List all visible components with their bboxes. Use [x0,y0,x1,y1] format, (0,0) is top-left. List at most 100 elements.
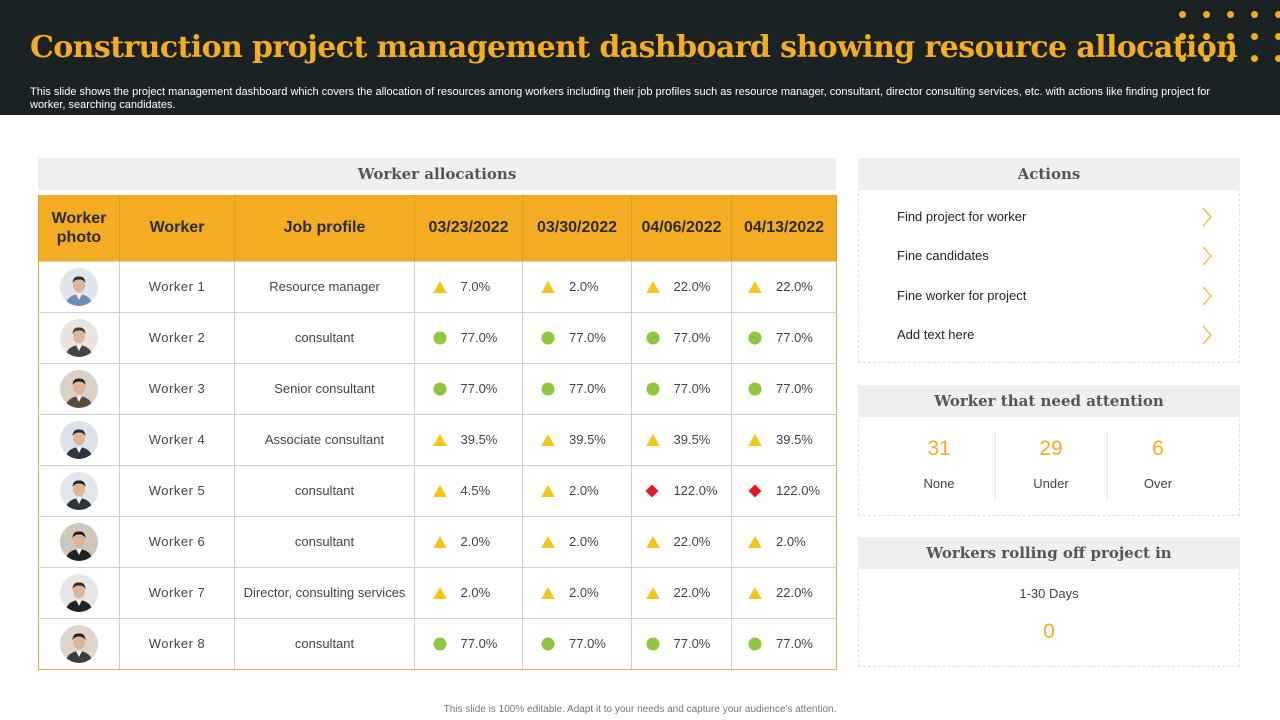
allocation-value: 77.0% [673,330,711,345]
chevron-right-icon[interactable] [1201,245,1213,267]
decorative-dot [1251,33,1258,40]
page-title: Construction project management dashboar… [30,30,1238,65]
allocation-value: 2.0% [569,585,599,600]
allocation-cell: 2.0% [522,515,632,568]
attention-value: 29 [1039,437,1063,460]
chevron-right-icon[interactable] [1201,324,1213,346]
job-profile-cell: consultant [234,515,415,568]
allocation-cell: 77.0% [631,362,732,415]
allocation-value: 77.0% [776,636,813,651]
table-row: Worker 5 consultant 4.5% 2.0% 122.0% 122.0% [38,464,837,517]
allocation-cell: 7.0% [414,260,523,313]
action-item[interactable]: Add text here [897,324,1227,346]
decorative-dot [1275,55,1280,62]
triangle-status-icon [748,535,762,549]
allocation-cell: 2.0% [522,260,632,313]
triangle-status-icon [541,484,555,498]
decorative-dot [1251,11,1258,18]
allocation-cell: 2.0% [522,464,632,517]
allocation-value: 77.0% [460,330,498,345]
table-row: Worker 1 Resource manager 7.0% 2.0% 22.0% 22.… [38,260,837,313]
avatar [60,624,98,663]
attention-title: Worker that need attention [858,385,1240,417]
column-header-date-4: 04/13/2022 [731,195,837,261]
allocation-cell: 39.5% [631,413,732,466]
triangle-status-icon [432,535,447,549]
chevron-right-icon[interactable] [1201,206,1213,228]
job-profile-cell: consultant [234,311,415,364]
decorative-dot [1227,11,1234,18]
triangle-status-icon [432,484,447,498]
decorative-dot [1203,55,1210,62]
worker-name-cell: Worker 1 [119,260,235,313]
allocation-cell: 77.0% [414,311,523,364]
allocation-cell: 122.0% [731,464,837,517]
allocation-cell: 77.0% [414,617,523,670]
table-row: Worker 7 Director, consulting services 2.0… [38,566,837,619]
circle-status-icon [433,331,447,345]
table-header-row: Worker photo Worker Job profile 03/23/20… [38,195,837,261]
job-profile-cell: Director, consulting services [234,566,415,619]
avatar [60,369,98,408]
table-row: Worker 4 Associate consultant 39.5% 39.5% 39… [38,413,837,466]
triangle-status-icon [645,280,660,294]
circle-status-icon [541,637,555,651]
chevron-right-icon[interactable] [1201,285,1213,307]
allocation-value: 2.0% [776,534,806,549]
allocation-cell: 22.0% [631,515,732,568]
footer-note: This slide is 100% editable. Adapt it to… [443,704,837,715]
allocation-cell: 39.5% [414,413,523,466]
allocation-value: 7.0% [460,279,491,294]
allocation-cell: 77.0% [522,362,632,415]
allocation-value: 39.5% [776,432,813,447]
allocation-value: 77.0% [569,330,606,345]
triangle-status-icon [541,586,555,600]
column-header-worker-photo: Worker photo [38,195,120,261]
circle-status-icon [646,637,660,651]
rolling-off-title: Workers rolling off project in [858,537,1240,569]
triangle-status-icon [541,280,555,294]
decorative-dot [1179,11,1186,18]
allocation-value: 39.5% [460,432,498,447]
decorative-dot [1179,33,1186,40]
allocation-value: 2.0% [460,585,491,600]
action-item[interactable]: Fine worker for project [897,285,1227,307]
allocation-cell: 22.0% [631,566,732,619]
allocation-value: 77.0% [460,636,498,651]
allocation-value: 77.0% [569,381,606,396]
decorative-dot [1203,33,1210,40]
action-item[interactable]: Find project for worker [897,206,1227,228]
rolling-off-label: 1-30 Days [1019,586,1079,601]
allocation-value: 77.0% [776,330,813,345]
allocation-cell: 77.0% [731,311,837,364]
worker-name-cell: Worker 3 [119,362,235,415]
decorative-dot [1275,33,1280,40]
triangle-status-icon [748,433,762,447]
table-row: Worker 8 consultant 77.0% 77.0% 77.0% 77.0% [38,617,837,670]
circle-status-icon [433,382,447,396]
action-item[interactable]: Fine candidates [897,245,1227,267]
avatar [60,471,98,510]
allocation-value: 2.0% [569,534,599,549]
job-profile-cell: Senior consultant [234,362,415,415]
decorative-dot [1227,33,1234,40]
allocation-value: 77.0% [776,381,813,396]
worker-name-cell: Worker 4 [119,413,235,466]
triangle-status-icon [645,535,660,549]
allocation-value: 2.0% [460,534,491,549]
allocation-cell: 2.0% [731,515,837,568]
worker-name-cell: Worker 5 [119,464,235,517]
allocation-value: 2.0% [569,279,599,294]
allocation-cell: 77.0% [631,617,732,670]
triangle-status-icon [748,280,762,294]
allocation-cell: 22.0% [731,566,837,619]
allocation-cell: 77.0% [631,311,732,364]
worker-name-cell: Worker 6 [119,515,235,568]
worker-name-cell: Worker 7 [119,566,235,619]
allocation-cell: 77.0% [522,311,632,364]
actions-title: Actions [858,158,1240,190]
triangle-status-icon [432,433,447,447]
circle-status-icon [646,331,660,345]
worker-photo-cell [38,311,120,364]
triangle-status-icon [432,280,447,294]
